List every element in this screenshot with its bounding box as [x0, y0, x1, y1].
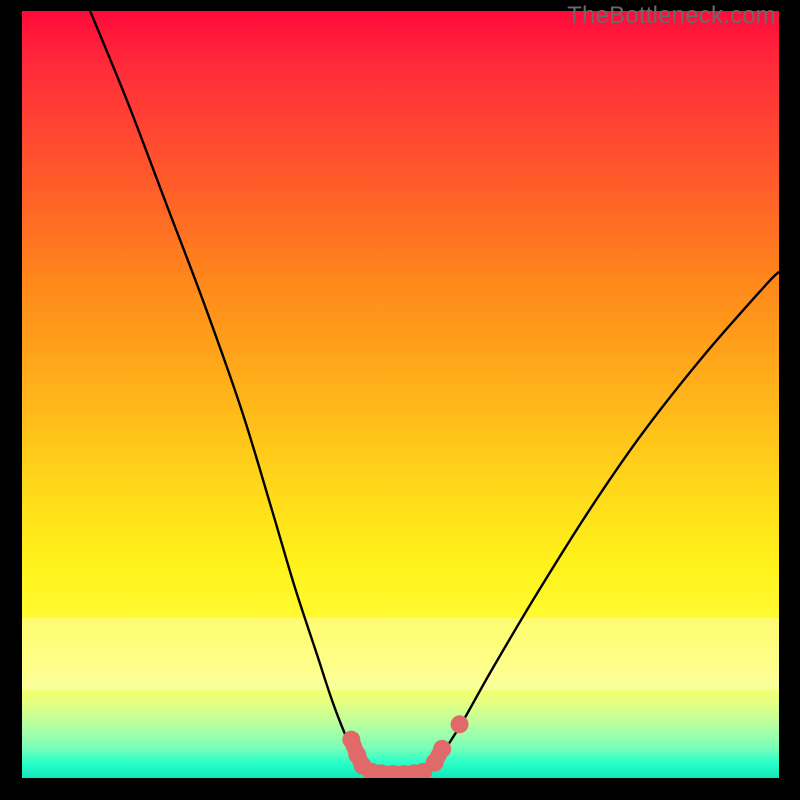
- chart-frame: TheBottleneck.com: [0, 0, 800, 800]
- bottleneck-curve: [90, 11, 779, 775]
- curve-layer: [90, 11, 779, 775]
- chart-svg: [22, 11, 779, 778]
- marker-layer: [342, 715, 468, 778]
- lone-marker-dot: [451, 715, 469, 733]
- watermark-text: TheBottleneck.com: [567, 2, 776, 30]
- left-marker-cluster-dot: [342, 731, 360, 749]
- right-marker-cluster-dot: [433, 740, 451, 758]
